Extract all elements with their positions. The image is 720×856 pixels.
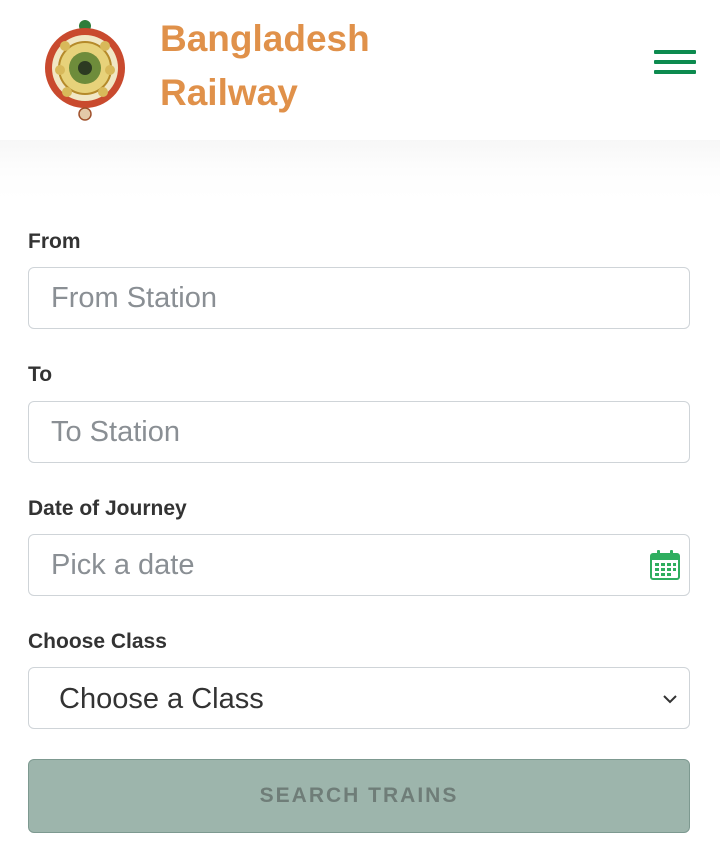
calendar-icon[interactable] xyxy=(649,549,681,581)
brand-line-2: Railway xyxy=(160,72,298,113)
date-of-journey-input[interactable] xyxy=(29,535,689,595)
menu-bar-bottom xyxy=(654,70,696,74)
brand-line-1: Bangladesh xyxy=(160,18,370,59)
class-select[interactable]: Choose a Class xyxy=(28,667,690,729)
search-trains-button[interactable]: SEARCH TRAINS xyxy=(28,759,690,833)
class-select-value: Choose a Class xyxy=(59,683,264,715)
brand-title[interactable]: Bangladesh Railway xyxy=(160,12,370,120)
menu-bar-top xyxy=(654,50,696,54)
from-label: From xyxy=(28,230,81,253)
class-label: Choose Class xyxy=(28,630,167,653)
from-station-input[interactable] xyxy=(29,268,689,328)
hamburger-menu-icon[interactable] xyxy=(652,48,696,80)
site-header: Bangladesh Railway xyxy=(0,0,720,140)
chevron-down-icon xyxy=(663,695,677,704)
to-label: To xyxy=(28,363,53,386)
from-field-wrapper xyxy=(28,267,690,329)
date-label: Date of Journey xyxy=(28,497,187,520)
to-station-input[interactable] xyxy=(29,402,689,462)
date-field-wrapper xyxy=(28,534,690,596)
to-field-wrapper xyxy=(28,401,690,463)
bangladesh-railway-emblem[interactable] xyxy=(40,12,130,124)
menu-bar-middle xyxy=(654,60,696,64)
